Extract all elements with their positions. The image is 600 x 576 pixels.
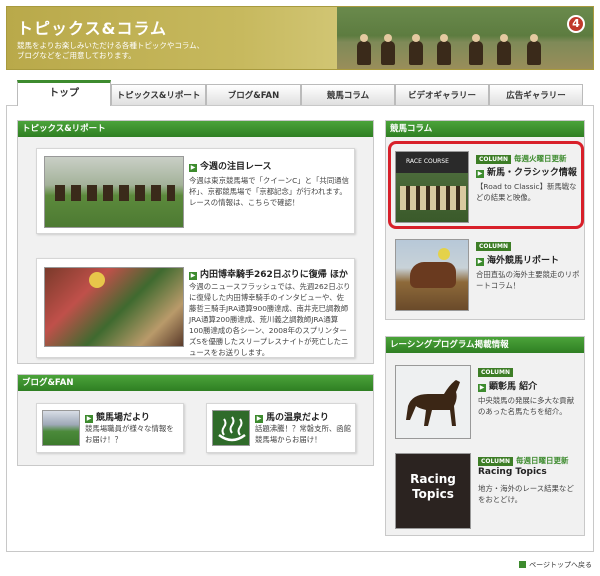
race-photo (44, 156, 184, 228)
column-tag: COLUMN (478, 368, 513, 377)
column-tag-row: COLUMN (478, 367, 513, 377)
update-note: 毎週日曜日更新 (515, 456, 569, 465)
header-racing-photo: 4 (337, 7, 593, 69)
jockey-photo (44, 267, 184, 347)
topic-card[interactable]: ▶ 内田博幸騎手262日ぶりに復帰 ほか 今週のニュースフラッシュでは、先週262… (36, 258, 355, 358)
tab-bar: トップ トピックス&リポート ブログ&FAN 競馬コラム ビデオギャラリー 広告… (17, 80, 583, 106)
racing-title[interactable]: Racing Topics (478, 467, 547, 477)
column-tag: COLUMN (476, 155, 511, 164)
race-course-photo[interactable]: RACE COURSE (395, 151, 469, 223)
arrow-right-icon: ▶ (189, 272, 197, 280)
racing-title[interactable]: ▶ 顕彰馬 紹介 (478, 379, 537, 392)
racing-heading: レーシングプログラム掲載情報 (386, 337, 584, 353)
arrow-up-icon (519, 561, 527, 568)
overseas-race-photo[interactable] (395, 239, 469, 311)
arrow-right-icon: ▶ (85, 415, 93, 423)
blog-title[interactable]: ▶ 競馬場だより (85, 410, 150, 423)
topic-card[interactable]: ▶ 今週の注目レース 今週は東京競馬場で「クイーンC」と「共同通信杯」、京都競馬場… (36, 148, 355, 234)
blog-title[interactable]: ▶ 馬の温泉だより (255, 410, 329, 423)
topic-text: 今週のニュースフラッシュでは、先週262日ぶりに復帰した内田博幸騎手のインタビュ… (189, 282, 351, 357)
arrow-right-icon: ▶ (255, 415, 263, 423)
racecourse-photo (42, 410, 80, 446)
blog-card[interactable]: ▶ 馬の温泉だより 話題沸騰！？常磐支所、函館競馬場からお届け！ (206, 403, 356, 453)
racing-program-panel: レーシングプログラム掲載情報 COLUMN ▶ 顕彰馬 紹介 中央競馬の発展に多大… (385, 336, 585, 536)
column-tag-row: COLUMN 毎週日曜日更新 (478, 455, 568, 466)
arrow-right-icon: ▶ (478, 384, 486, 392)
tab-keiba-column[interactable]: 競馬コラム (301, 84, 395, 106)
logo-text-line1: Racing (410, 472, 456, 486)
column-panel: 競馬コラム RACE COURSE COLUMN 毎週火曜日更新 ▶ 新馬・クラシッ… (385, 120, 585, 320)
horse-figure (409, 34, 423, 65)
horse-figure (469, 34, 483, 65)
horse-figure (527, 34, 541, 65)
horse-silhouette-icon (406, 380, 460, 426)
topic-title[interactable]: ▶ 今週の注目レース (189, 159, 272, 172)
jockeys-shape (400, 186, 466, 210)
horses-running-shape (55, 185, 175, 201)
column-tag-row: COLUMN 毎週火曜日更新 (476, 153, 566, 164)
column-tag-row: COLUMN (476, 241, 511, 251)
horse-figure (437, 34, 451, 65)
blog-text: 競馬場職員が様々な情報をお届け！？ (85, 424, 174, 444)
column-tag: COLUMN (478, 457, 513, 466)
hot-spring-icon (212, 410, 250, 446)
column-tag: COLUMN (476, 242, 511, 251)
content-frame: トピックス&リポート ▶ 今週の注目レース 今週は東京競馬場で「クイーンC」と「共… (6, 105, 594, 552)
column-heading: 競馬コラム (386, 121, 584, 137)
tab-blog-fan[interactable]: ブログ&FAN (206, 84, 301, 106)
column-title[interactable]: ▶ 海外競馬リポート (476, 253, 559, 266)
arrow-right-icon: ▶ (476, 258, 484, 266)
topic-title[interactable]: ▶ 内田博幸騎手262日ぶりに復帰 ほか (189, 267, 348, 280)
logo-text-line2: Topics (412, 487, 454, 501)
blog-card[interactable]: ▶ 競馬場だより 競馬場職員が様々な情報をお届け！？ (36, 403, 184, 453)
famous-horse-photo[interactable] (395, 365, 471, 439)
racing-topics-logo[interactable]: Racing Topics (395, 453, 471, 529)
update-note: 毎週火曜日更新 (513, 154, 567, 163)
page-title: トピックス&コラム (17, 19, 167, 38)
blog-text: 話題沸騰！？常磐支所、函館競馬場からお届け！ (255, 424, 352, 444)
photo-caption: RACE COURSE (406, 158, 449, 165)
onsen-symbol-icon (218, 416, 246, 442)
arrow-right-icon: ▶ (189, 164, 197, 172)
column-text: 【Road to Classic】新馬戦などの結果と映像。 (476, 182, 577, 202)
tab-top[interactable]: トップ (17, 80, 111, 106)
jockey-helmet-shape (89, 272, 105, 288)
page-top-link[interactable]: ページトップへ戻る (519, 560, 592, 570)
blog-panel: ブログ&FAN ▶ 競馬場だより 競馬場職員が様々な情報をお届け！？ ▶ 馬の温泉だ… (17, 374, 374, 466)
page-header: トピックス&コラム 競馬をよりお楽しみいただける各種トピックやコラム、ブログなど… (6, 6, 594, 70)
column-text: 合田直弘の海外主要競走のリポートコラム！ (476, 270, 580, 290)
tab-ad-gallery[interactable]: 広告ギャラリー (489, 84, 583, 106)
arrow-right-icon: ▶ (476, 170, 484, 178)
tab-video-gallery[interactable]: ビデオギャラリー (395, 84, 489, 106)
topic-text: 今週は東京競馬場で「クイーンC」と「共同通信杯」、京都競馬場で「京都記念」が行わ… (189, 176, 349, 207)
racing-text: 地方・海外のレース結果などをおとどけ。 (478, 484, 574, 504)
column-title[interactable]: ▶ 新馬・クラシック情報 (476, 165, 577, 178)
header-description: 競馬をよりお楽しみいただける各種トピックやコラム、ブログなどをご用意しております… (17, 41, 205, 60)
blog-heading: ブログ&FAN (18, 375, 373, 391)
horse-figure (381, 34, 395, 65)
page-number-badge: 4 (567, 15, 585, 33)
horse-figure (357, 34, 371, 65)
tab-topics-report[interactable]: トピックス&リポート (111, 84, 206, 106)
topics-heading: トピックス&リポート (18, 121, 373, 137)
horse-shape (410, 262, 456, 288)
horse-figure (497, 34, 511, 65)
topics-panel: トピックス&リポート ▶ 今週の注目レース 今週は東京競馬場で「クイーンC」と「共… (17, 120, 374, 364)
racing-text: 中央競馬の発展に多大な貢献のあった名馬たちを紹介。 (478, 396, 575, 416)
jockey-shape (438, 248, 450, 260)
